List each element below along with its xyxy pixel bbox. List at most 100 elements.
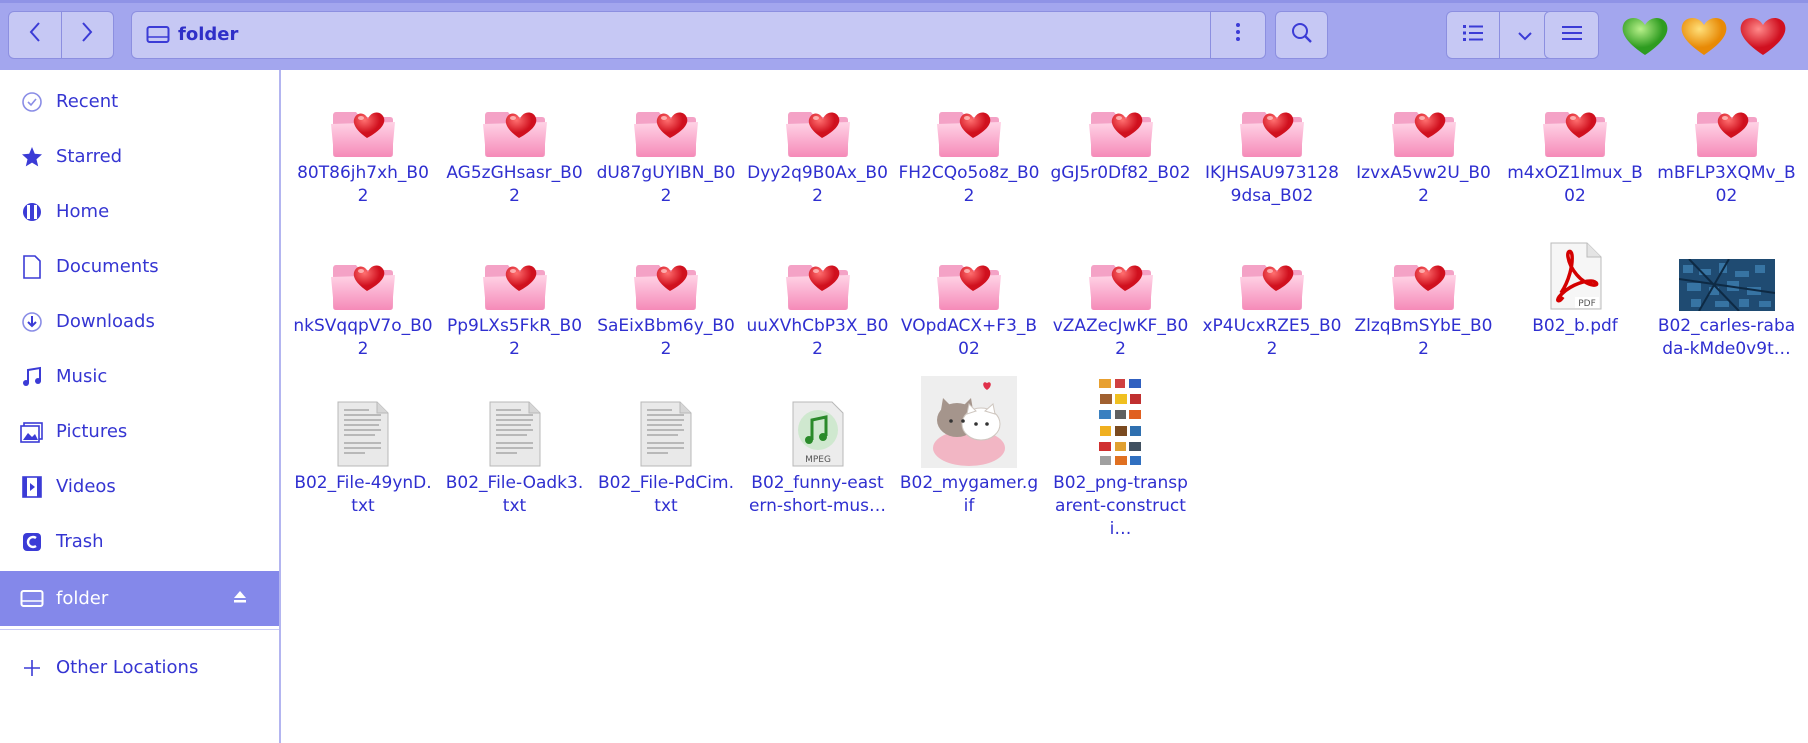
folder-item[interactable]: 80T86jh7xh_B02 — [288, 70, 438, 208]
file-name-label: SaEixBbm6y_B02 — [597, 316, 735, 359]
folder-icon — [440, 223, 590, 311]
folder-icon — [1349, 223, 1499, 311]
text-file-icon — [591, 380, 741, 468]
sidebar: Recent Starred Home Documents Downloads … — [0, 70, 281, 743]
folder-item[interactable]: uuXVhCbP3X_B02 — [743, 223, 893, 361]
sidebar-item-label: Downloads — [56, 311, 155, 332]
folder-icon — [1046, 70, 1196, 158]
folder-item[interactable]: xP4UcxRZE5_B02 — [1197, 223, 1347, 361]
file-item[interactable]: B02_File-PdCim.txt — [591, 380, 741, 518]
sidebar-item-folder[interactable]: folder — [0, 571, 279, 626]
sidebar-item-home[interactable]: Home — [0, 184, 279, 239]
sidebar-item-music[interactable]: Music — [0, 349, 279, 404]
folder-icon — [288, 70, 438, 158]
list-view-button[interactable] — [1447, 12, 1499, 58]
folder-item[interactable]: m4xOZ1lmux_B02 — [1500, 70, 1650, 208]
folder-item[interactable]: AG5zGHsasr_B02 — [440, 70, 590, 208]
file-name-label: B02_mygamer.gif — [899, 473, 1039, 516]
main-menu-button[interactable] — [1544, 11, 1599, 59]
file-name-label: VOpdACX+F3_B02 — [900, 316, 1038, 359]
folder-item[interactable]: gGJ5r0Df82_B02 — [1046, 70, 1196, 185]
folder-item[interactable]: ZlzqBmSYbE_B02 — [1349, 223, 1499, 361]
music-icon — [20, 365, 44, 389]
folder-item[interactable]: IzvxA5vw2U_B02 — [1349, 70, 1499, 208]
file-item[interactable]: B02_mygamer.gif — [894, 376, 1044, 518]
folder-icon — [288, 223, 438, 311]
eject-icon[interactable] — [233, 589, 247, 608]
sidebar-item-label: Videos — [56, 476, 116, 497]
folder-item[interactable]: VOpdACX+F3_B02 — [894, 223, 1044, 361]
file-item[interactable]: B02_carles-rabada-kMde0v9t… — [1652, 223, 1802, 361]
sidebar-item-other-locations[interactable]: Other Locations — [0, 640, 279, 695]
chevron-down-icon — [1517, 26, 1533, 45]
sidebar-item-recent[interactable]: Recent — [0, 74, 279, 129]
folder-item[interactable]: FH2CQo5o8z_B02 — [894, 70, 1044, 208]
folder-item[interactable]: mBFLP3XQMv_B02 — [1652, 70, 1802, 208]
home-icon — [20, 200, 44, 224]
svg-text:MPEG: MPEG — [805, 455, 831, 465]
pictures-icon — [20, 420, 44, 444]
file-name-label: dU87gUYIBN_B02 — [596, 163, 736, 206]
path-crumb-folder[interactable]: folder — [178, 24, 238, 45]
folder-item[interactable]: Pp9LXs5FkR_B02 — [440, 223, 590, 361]
red-heart-icon — [1736, 17, 1790, 61]
folder-item[interactable]: vZAZecJwKF_B02 — [1046, 223, 1196, 361]
folder-item[interactable]: IKJHSAU9731289dsa_B02 — [1197, 70, 1347, 208]
sidebar-item-label: Other Locations — [56, 657, 199, 678]
folder-icon — [1197, 70, 1347, 158]
maximize-button[interactable] — [1677, 15, 1731, 57]
path-menu-button[interactable] — [1210, 12, 1265, 58]
gif-thumbnail — [894, 376, 1044, 468]
file-name-label: B02_File-Oadk3.txt — [445, 473, 584, 516]
svg-text:PDF: PDF — [1578, 299, 1596, 309]
file-name-label: ZlzqBmSYbE_B02 — [1354, 316, 1493, 359]
path-bar[interactable]: folder — [131, 11, 1266, 59]
text-file-icon — [440, 380, 590, 468]
search-button[interactable] — [1275, 11, 1328, 59]
file-item[interactable]: B02_File-49ynD.txt — [288, 380, 438, 518]
star-icon — [20, 145, 44, 169]
sidebar-item-trash[interactable]: Trash — [0, 514, 279, 569]
folder-item[interactable]: SaEixBbm6y_B02 — [591, 223, 741, 361]
file-item[interactable]: B02_png-transparent-constructi… — [1046, 376, 1196, 541]
file-item[interactable]: PDF B02_b.pdf — [1500, 223, 1650, 338]
navigation-buttons — [8, 11, 114, 59]
sidebar-item-documents[interactable]: Documents — [0, 239, 279, 294]
file-name-label: IKJHSAU9731289dsa_B02 — [1204, 163, 1340, 206]
folder-item[interactable]: dU87gUYIBN_B02 — [591, 70, 741, 208]
file-name-label: B02_File-49ynD.txt — [294, 473, 432, 516]
audio-file-icon: MPEG — [743, 380, 893, 468]
folder-item[interactable]: nkSVqqpV7o_B02 — [288, 223, 438, 361]
close-button[interactable] — [1736, 15, 1790, 57]
sidebar-item-starred[interactable]: Starred — [0, 129, 279, 184]
file-grid: 80T86jh7xh_B02 AG5zGHsasr_B02 dU87gUYIBN… — [283, 70, 1808, 743]
sidebar-item-videos[interactable]: Videos — [0, 459, 279, 514]
forward-button[interactable] — [60, 12, 114, 58]
sidebar-item-pictures[interactable]: Pictures — [0, 404, 279, 459]
sidebar-item-downloads[interactable]: Downloads — [0, 294, 279, 349]
sidebar-item-label: Trash — [56, 531, 104, 552]
hamburger-icon — [1561, 25, 1582, 45]
file-name-label: IzvxA5vw2U_B02 — [1356, 163, 1491, 206]
back-button[interactable] — [9, 12, 61, 58]
window-controls — [1618, 15, 1790, 57]
file-name-label: mBFLP3XQMv_B02 — [1657, 163, 1796, 206]
file-name-label: 80T86jh7xh_B02 — [297, 163, 429, 206]
download-icon — [20, 310, 44, 334]
folder-item[interactable]: Dyy2q9B0Ax_B02 — [743, 70, 893, 208]
sidebar-item-label: Pictures — [56, 421, 128, 442]
sidebar-item-label: folder — [56, 588, 109, 609]
file-item[interactable]: B02_File-Oadk3.txt — [440, 380, 590, 518]
folder-icon — [743, 70, 893, 158]
file-name-label: FH2CQo5o8z_B02 — [898, 163, 1040, 206]
file-name-label: gGJ5r0Df82_B02 — [1050, 163, 1191, 183]
image-thumbnail — [1046, 376, 1196, 468]
file-item[interactable]: MPEG B02_funny-eastern-short-mus… — [743, 380, 893, 518]
minimize-button[interactable] — [1618, 15, 1672, 57]
file-name-label: nkSVqqpV7o_B02 — [293, 316, 433, 359]
green-heart-icon — [1618, 17, 1672, 61]
chevron-left-icon — [28, 20, 42, 51]
folder-icon — [440, 70, 590, 158]
sidebar-item-label: Music — [56, 366, 108, 387]
sidebar-item-label: Home — [56, 201, 110, 222]
